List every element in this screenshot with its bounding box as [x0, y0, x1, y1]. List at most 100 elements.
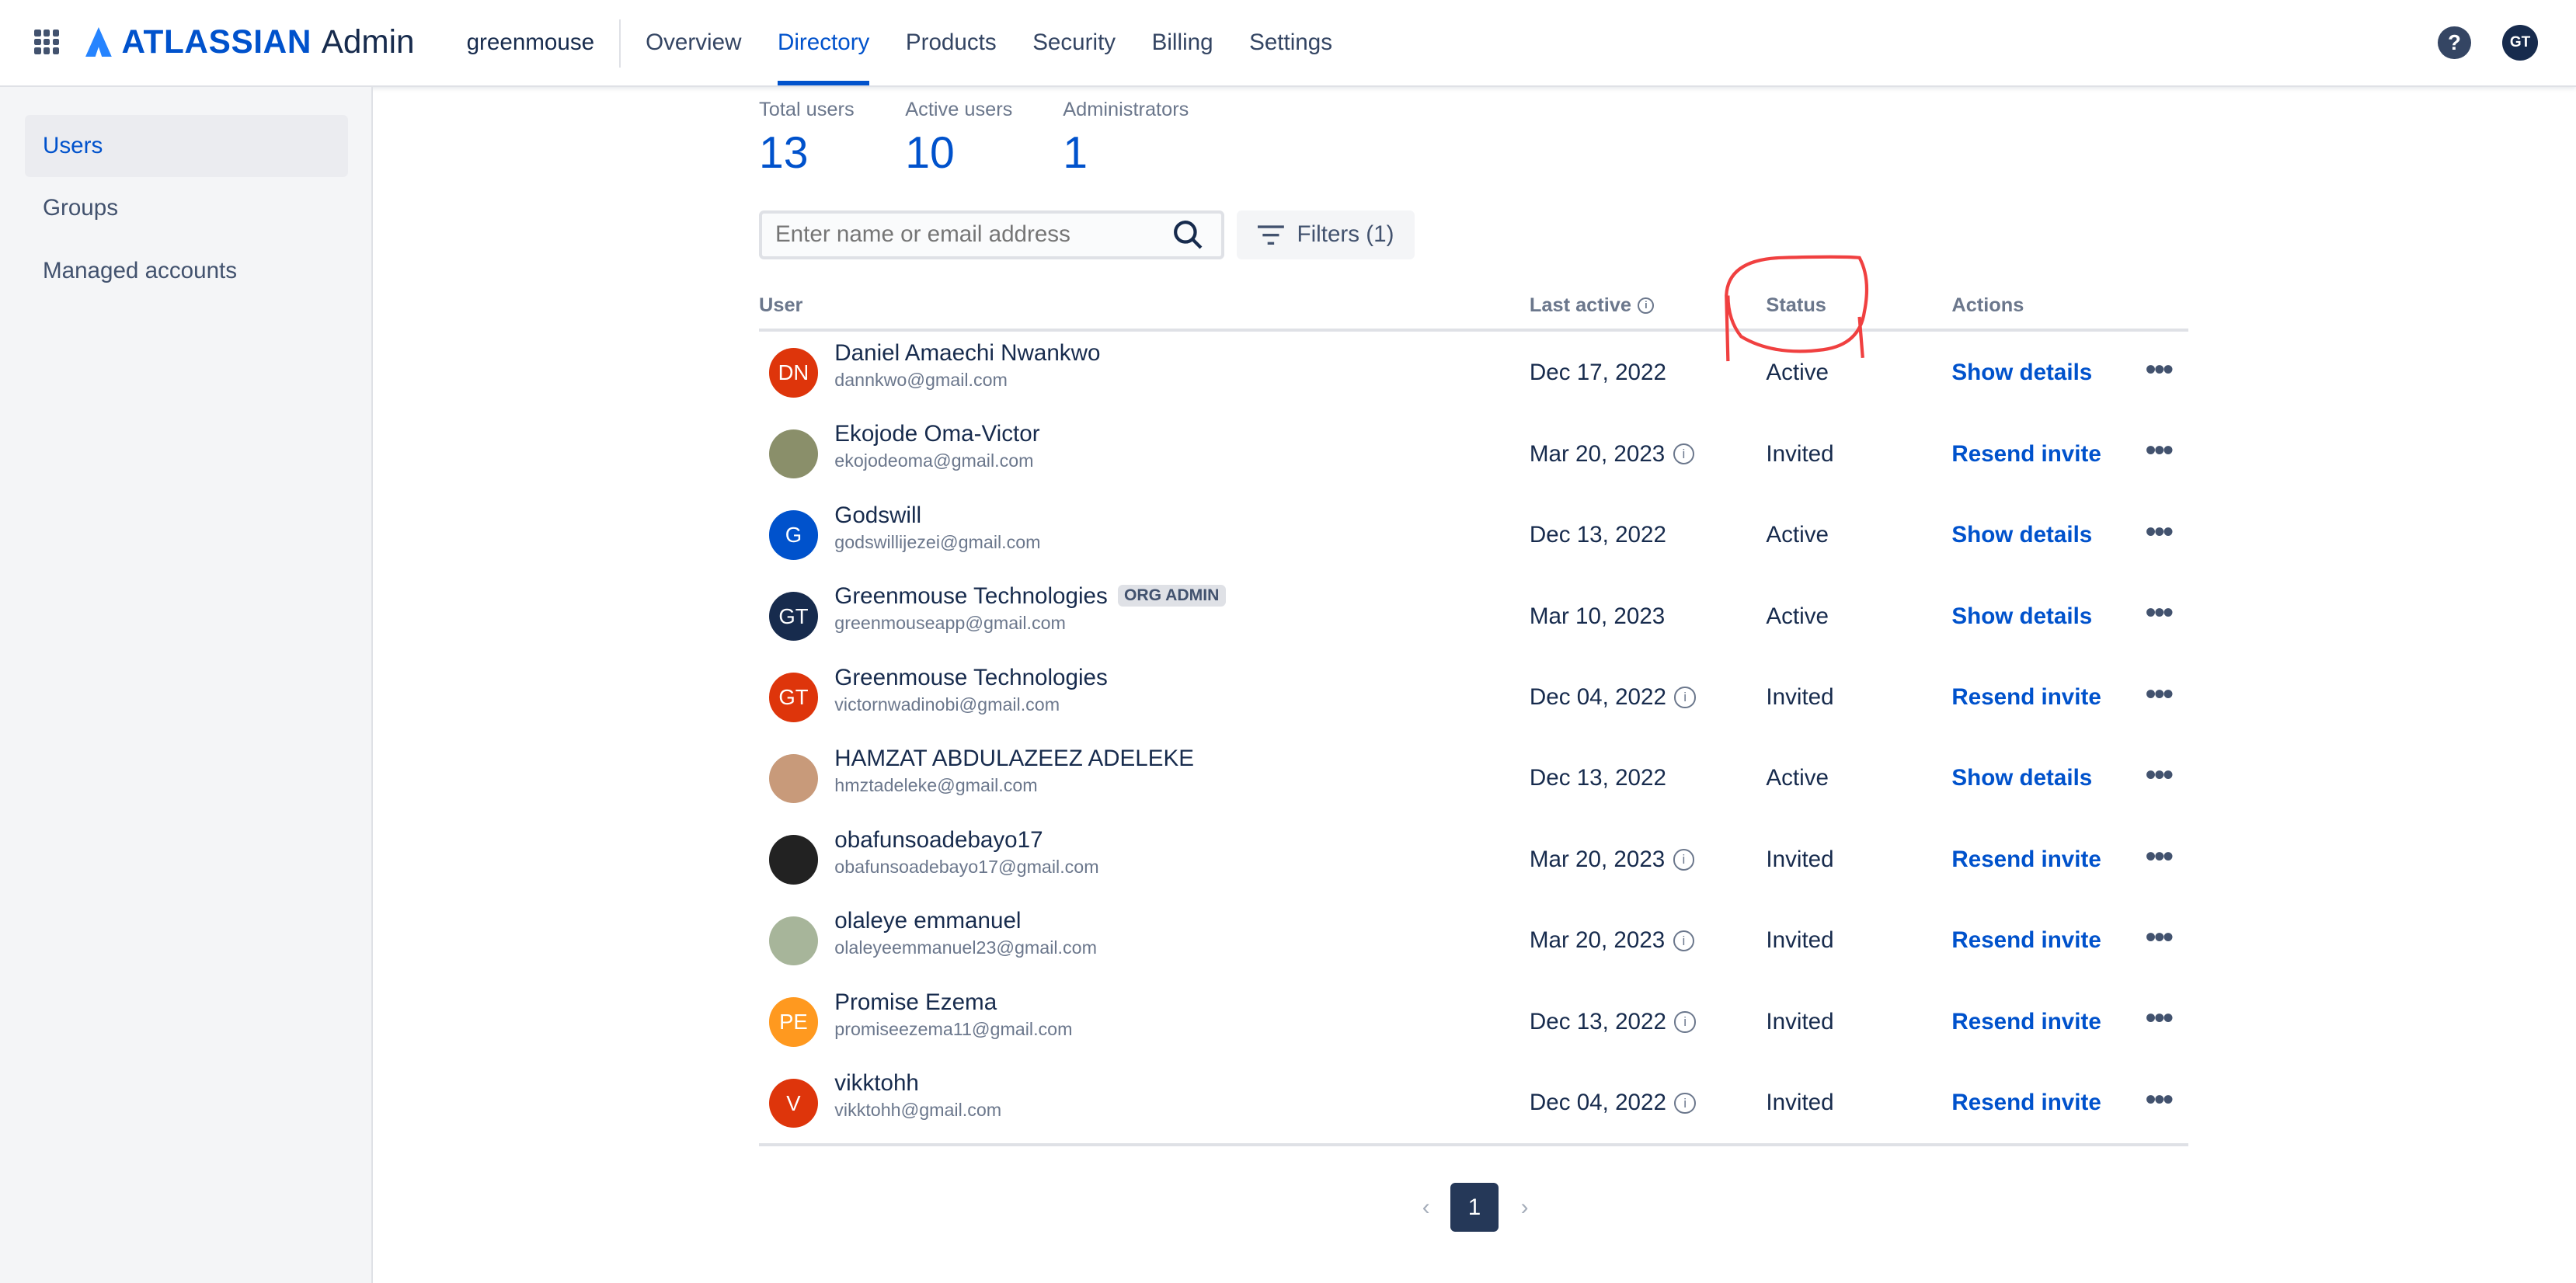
user-name[interactable]: Greenmouse Technologies — [834, 665, 1108, 690]
user-name-cell: Greenmouse Technologies ORG ADMIN — [834, 583, 1226, 610]
more-actions-icon[interactable]: ••• — [2146, 921, 2174, 954]
last-active-date: Dec 04, 2022 — [1529, 684, 1666, 710]
table-row: GT Greenmouse Technologies ORG ADMIN gree… — [759, 575, 2188, 656]
show-details-link[interactable]: Show details — [1951, 522, 2092, 548]
last-active-date: Dec 17, 2022 — [1529, 360, 1666, 386]
nav-products[interactable]: Products — [906, 0, 997, 85]
last-active-cell: Mar 20, 2023 i — [1529, 927, 1695, 954]
user-avatar: PE — [768, 997, 819, 1047]
more-actions-icon[interactable]: ••• — [2146, 678, 2174, 711]
table-row: DN Daniel Amaechi Nwankwo dannkwo@gmail.… — [759, 332, 2188, 412]
user-name[interactable]: Daniel Amaechi Nwankwo — [834, 340, 1100, 366]
previous-page-button[interactable]: ‹ — [1413, 1183, 1439, 1232]
org-admin-badge: ORG ADMIN — [1117, 584, 1226, 607]
column-header-user[interactable]: User — [759, 294, 802, 317]
info-icon[interactable]: i — [1673, 849, 1695, 871]
info-icon[interactable]: i — [1674, 687, 1696, 708]
user-avatar — [768, 753, 819, 804]
more-actions-icon[interactable]: ••• — [2146, 434, 2174, 468]
table-row: HAMZAT ABDULAZEEZ ADELEKE hmztadeleke@gm… — [759, 738, 2188, 819]
sidebar: Users Groups Managed accounts — [0, 87, 373, 1283]
user-name[interactable]: Ekojode Oma-Victor — [834, 421, 1039, 447]
product-name: Admin — [321, 23, 415, 60]
help-icon[interactable]: ? — [2438, 26, 2471, 60]
more-actions-icon[interactable]: ••• — [2146, 1002, 2174, 1035]
page-1-button[interactable]: 1 — [1450, 1182, 1499, 1233]
more-actions-icon[interactable]: ••• — [2146, 516, 2174, 549]
resend-invite-link[interactable]: Resend invite — [1951, 1090, 2101, 1116]
info-icon[interactable]: i — [1674, 1011, 1696, 1033]
next-page-button[interactable]: › — [1512, 1183, 1538, 1232]
divider — [619, 19, 621, 68]
table-row: olaleye emmanuel olaleyeemmanuel23@gmail… — [759, 899, 2188, 980]
search-icon[interactable] — [1173, 220, 1203, 249]
last-active-date: Mar 20, 2023 — [1529, 927, 1666, 954]
info-icon[interactable]: i — [1673, 443, 1695, 465]
info-icon[interactable]: i — [1674, 1092, 1696, 1114]
filters-button[interactable]: Filters (1) — [1237, 210, 1415, 260]
search-box — [759, 210, 1224, 260]
more-actions-icon[interactable]: ••• — [2146, 759, 2174, 792]
main-nav: Overview Directory Products Security Billing… — [646, 0, 1368, 85]
user-email: victornwadinobi@gmail.com — [834, 694, 1060, 715]
last-active-date: Mar 20, 2023 — [1529, 440, 1666, 467]
app-switcher-icon[interactable] — [34, 30, 60, 54]
resend-invite-link[interactable]: Resend invite — [1951, 847, 2101, 873]
nav-directory[interactable]: Directory — [777, 0, 869, 85]
last-active-date: Mar 20, 2023 — [1529, 846, 1666, 872]
stat-value: 1 — [1063, 128, 1088, 179]
status-text: Invited — [1766, 440, 1834, 467]
resend-invite-link[interactable]: Resend invite — [1951, 441, 2101, 468]
user-email: obafunsoadebayo17@gmail.com — [834, 856, 1099, 877]
user-name-cell: Daniel Amaechi Nwankwo — [834, 340, 1100, 367]
filter-icon — [1257, 225, 1284, 245]
user-avatar: GT — [768, 673, 819, 722]
user-name[interactable]: HAMZAT ABDULAZEEZ ADELEKE — [834, 746, 1194, 771]
status-text: Invited — [1766, 846, 1834, 872]
user-name-cell: Promise Ezema — [834, 989, 997, 1016]
user-name[interactable]: vikktohh — [834, 1070, 919, 1096]
user-name[interactable]: Godswill — [834, 502, 921, 528]
user-avatar: V — [768, 1078, 819, 1128]
resend-invite-link[interactable]: Resend invite — [1951, 684, 2101, 711]
nav-settings[interactable]: Settings — [1249, 0, 1332, 85]
resend-invite-link[interactable]: Resend invite — [1951, 927, 2101, 954]
column-header-last-active[interactable]: Last active i — [1530, 294, 1655, 317]
user-name-cell: HAMZAT ABDULAZEEZ ADELEKE — [834, 746, 1194, 772]
show-details-link[interactable]: Show details — [1951, 603, 2092, 630]
user-name-cell: Ekojode Oma-Victor — [834, 421, 1039, 447]
info-icon[interactable]: i — [1638, 297, 1655, 314]
user-name-cell: vikktohh — [834, 1070, 919, 1097]
show-details-link[interactable]: Show details — [1951, 765, 2092, 791]
user-name[interactable]: obafunsoadebayo17 — [834, 827, 1043, 853]
user-name[interactable]: Promise Ezema — [834, 989, 997, 1015]
sidebar-item-managed-accounts[interactable]: Managed accounts — [25, 240, 349, 302]
nav-security[interactable]: Security — [1032, 0, 1116, 85]
table-row: GT Greenmouse Technologies victornwadino… — [759, 656, 2188, 737]
table-row: obafunsoadebayo17 obafunsoadebayo17@gmai… — [759, 819, 2188, 899]
last-active-cell: Dec 13, 2022 — [1530, 522, 1666, 548]
user-avatar[interactable]: GT — [2501, 24, 2539, 61]
user-name[interactable]: olaleye emmanuel — [834, 908, 1021, 934]
nav-overview[interactable]: Overview — [646, 0, 741, 85]
stat-active-users: Active users 10 — [905, 99, 1012, 179]
sidebar-item-users[interactable]: Users — [24, 115, 349, 178]
more-actions-icon[interactable]: ••• — [2146, 596, 2174, 630]
status-text: Invited — [1766, 927, 1834, 954]
org-name[interactable]: greenmouse — [467, 30, 595, 56]
last-active-date: Mar 10, 2023 — [1529, 603, 1666, 629]
search-input[interactable] — [771, 220, 1173, 250]
table-row: V vikktohh vikktohh@gmail.com Dec 04, 20… — [759, 1062, 2188, 1142]
user-name[interactable]: Greenmouse Technologies — [834, 583, 1108, 609]
info-icon[interactable]: i — [1673, 930, 1695, 952]
atlassian-admin-logo[interactable]: ATLASSIAN Admin — [85, 23, 415, 61]
sidebar-item-groups[interactable]: Groups — [25, 177, 349, 239]
stat-value: 13 — [759, 128, 809, 179]
show-details-link[interactable]: Show details — [1951, 360, 2092, 386]
last-active-cell: Mar 10, 2023 — [1530, 603, 1665, 630]
more-actions-icon[interactable]: ••• — [2146, 840, 2174, 874]
resend-invite-link[interactable]: Resend invite — [1951, 1009, 2101, 1035]
more-actions-icon[interactable]: ••• — [2146, 1083, 2174, 1117]
nav-billing[interactable]: Billing — [1152, 0, 1213, 85]
more-actions-icon[interactable]: ••• — [2146, 353, 2174, 387]
